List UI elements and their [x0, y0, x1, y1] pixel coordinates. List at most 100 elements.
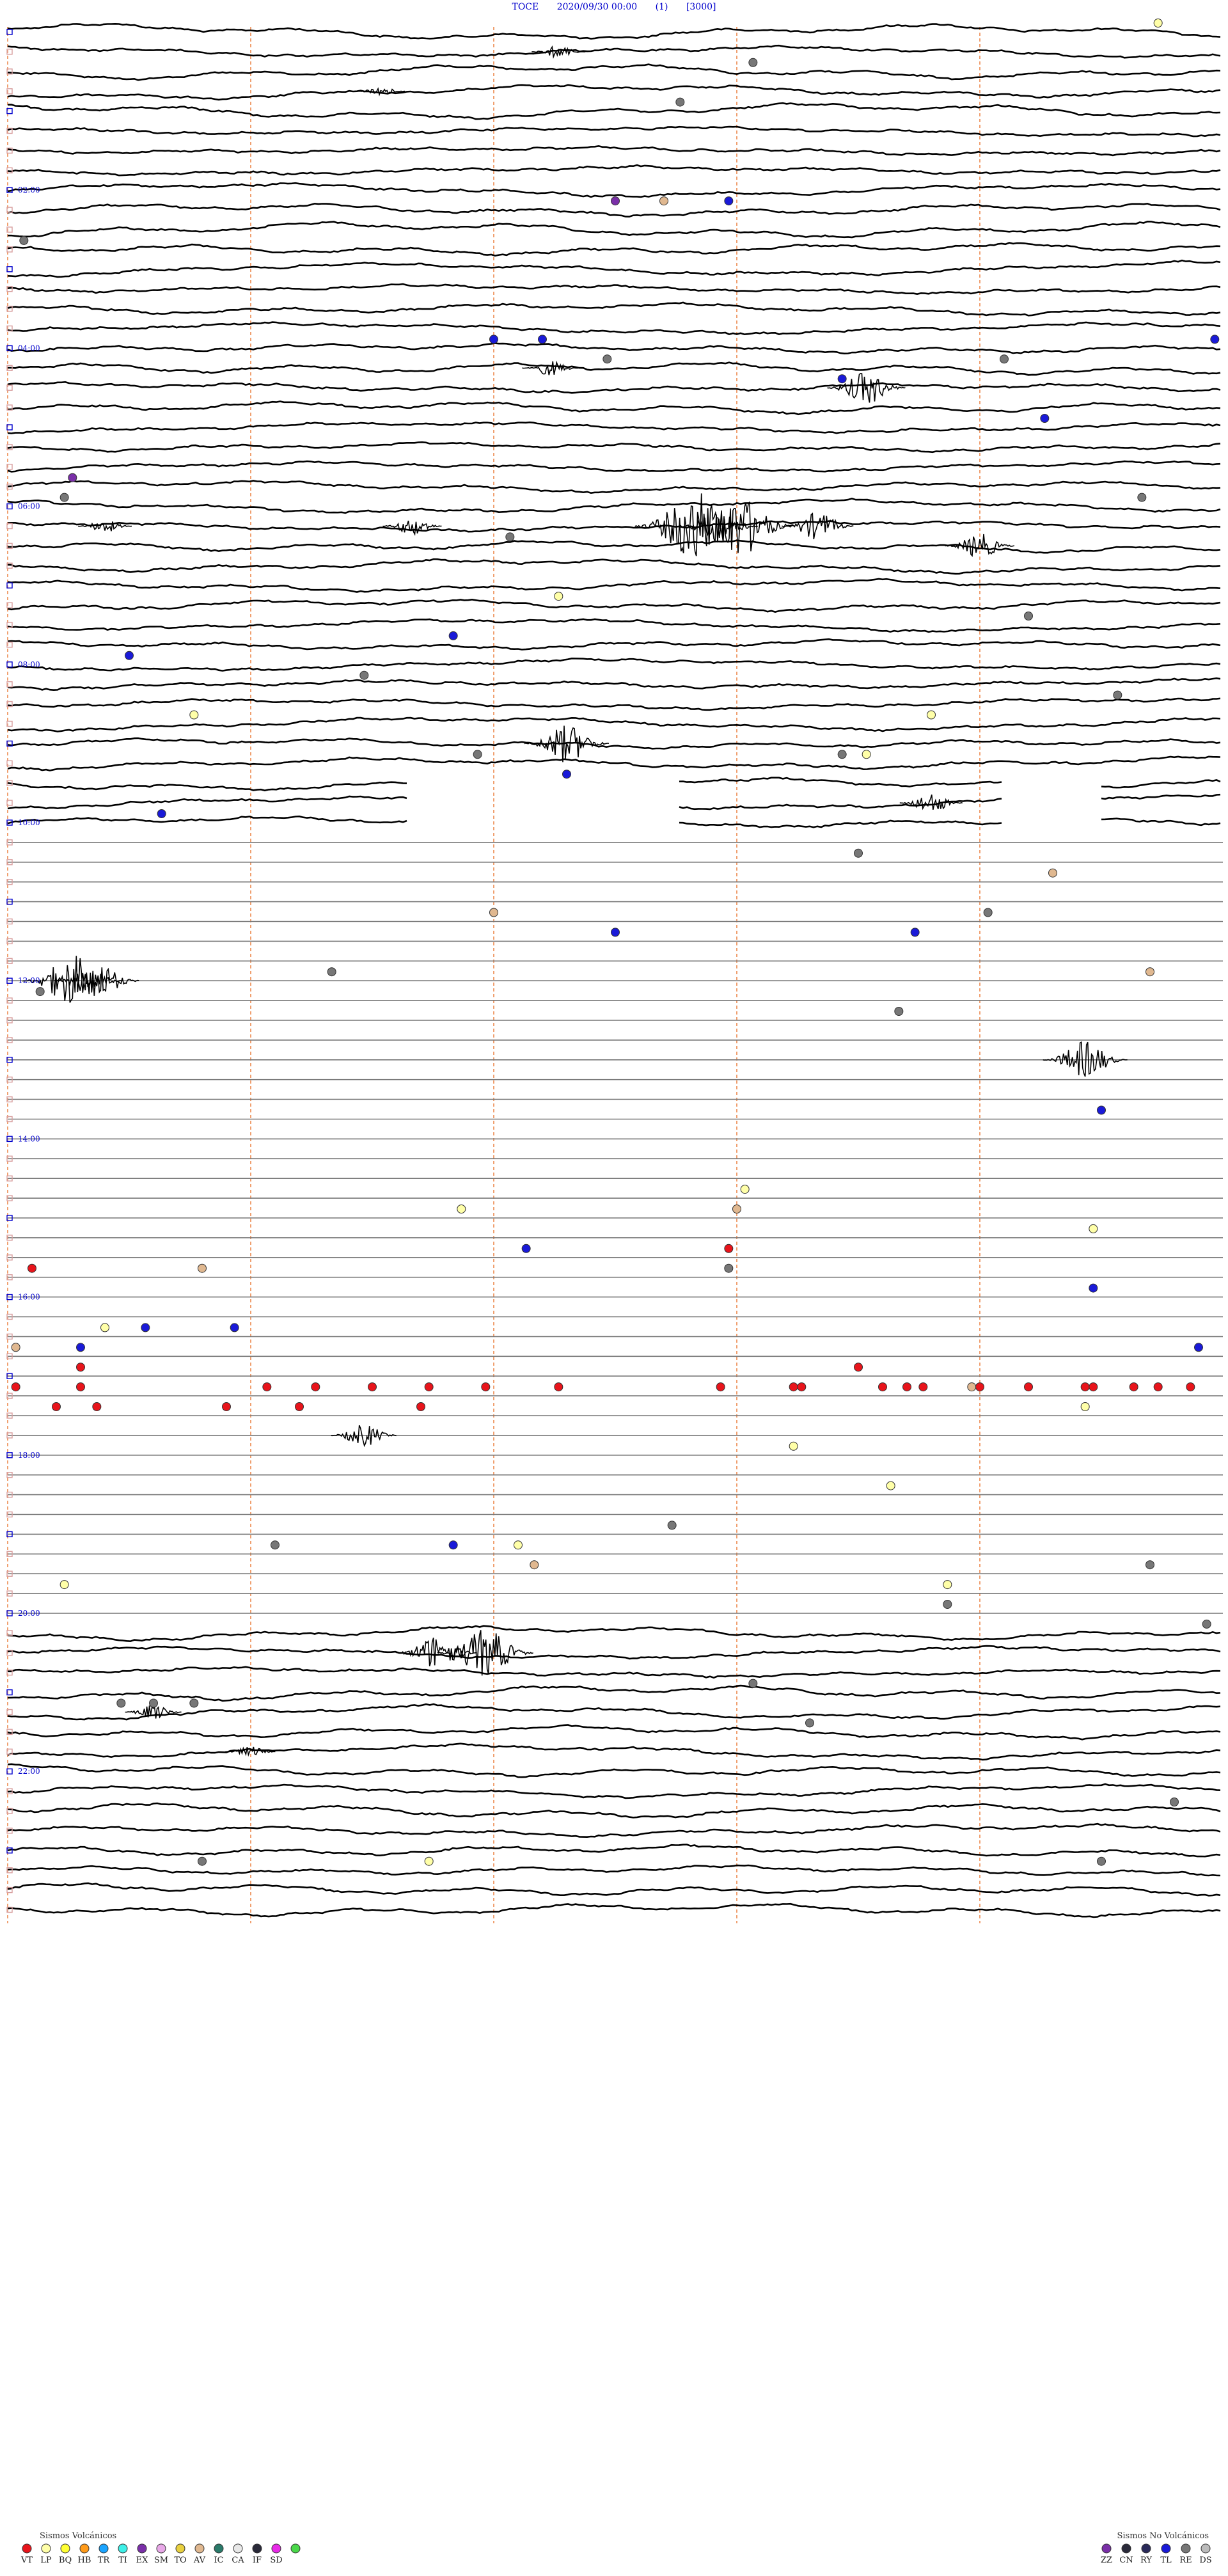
volcanic-legend-title: Sismos Volcánicos — [40, 2531, 116, 2541]
event-marker-re — [59, 493, 69, 502]
event-marker-tl — [141, 1323, 150, 1332]
event-marker-re — [1170, 1798, 1179, 1806]
trace-row — [7, 480, 1221, 494]
hour-labels: 02:00 04:00 06:00 08:00 10:00 12:00 14:00 16:00… — [18, 186, 40, 1776]
event-marker-lp — [100, 1323, 109, 1332]
legend-code: RY — [1140, 2556, 1152, 2565]
legend-swatch — [214, 2543, 224, 2554]
event-marker-re — [667, 1521, 677, 1530]
trace-row — [7, 102, 1221, 120]
event-marker-vt — [262, 1382, 272, 1392]
burst — [781, 512, 854, 540]
event-marker-re — [1097, 1856, 1106, 1866]
event-marker-av — [732, 1205, 741, 1213]
event-marker-re — [748, 1679, 758, 1688]
hour-label: 16:00 — [18, 1293, 40, 1302]
hour-label: 06:00 — [18, 502, 40, 511]
trace-row — [7, 301, 1221, 317]
trace-row — [7, 400, 1221, 416]
trace-row — [7, 1724, 1221, 1741]
legend-swatch — [175, 2543, 185, 2554]
trace-row — [7, 441, 1221, 454]
event-marker-av — [659, 196, 668, 206]
event-marker-vt — [1129, 1382, 1138, 1392]
legend-code: LP — [40, 2556, 52, 2565]
event-marker-re — [189, 1698, 199, 1708]
event-marker-vt — [1089, 1382, 1098, 1392]
event-marker-lp — [789, 1441, 798, 1451]
trace-row — [7, 677, 1221, 691]
event-marker-ex — [611, 196, 620, 206]
legend-swatch — [79, 2543, 90, 2554]
event-marker-av — [530, 1560, 539, 1570]
event-marker-re — [149, 1698, 158, 1708]
event-marker-re — [35, 987, 45, 997]
trace-row — [7, 202, 1221, 218]
trace-row — [7, 498, 1221, 514]
trace-row — [7, 361, 1221, 376]
event-marker-vt — [481, 1382, 491, 1392]
event-marker-vt — [424, 1382, 434, 1392]
event-marker-vt — [554, 1382, 563, 1392]
event-marker-vt — [724, 1244, 734, 1253]
event-marker-tl — [1097, 1105, 1106, 1115]
legend-swatch — [137, 2543, 147, 2554]
helicorder-plot: 02:00 04:00 06:00 08:00 10:00 12:00 14:00 16:00… — [6, 19, 1223, 2565]
legend-swatch — [1200, 2543, 1211, 2554]
trace-row — [7, 638, 1221, 651]
event-marker-av — [11, 1343, 20, 1352]
event-marker-lp — [886, 1481, 895, 1490]
event-marker-vt — [1024, 1382, 1033, 1392]
legend-code: HB — [78, 2556, 91, 2565]
hour-label: 10:00 — [18, 818, 40, 827]
event-marker-tl — [448, 631, 458, 640]
hour-label: 04:00 — [18, 344, 40, 352]
legend-swatch — [1101, 2543, 1112, 2554]
event-marker-re — [1145, 1560, 1154, 1570]
event-marker-re — [837, 750, 847, 759]
event-marker-tl — [611, 928, 620, 937]
event-marker-re — [473, 750, 482, 759]
event-marker-tl — [1210, 335, 1220, 344]
legend-code: TL — [1160, 2556, 1172, 2565]
trace-row — [7, 1684, 1221, 1702]
trace-row — [7, 1822, 1221, 1838]
event-marker-re — [19, 235, 29, 245]
event-marker-vt — [11, 1382, 20, 1392]
event-marker-av — [967, 1382, 977, 1392]
trace-row — [7, 145, 1221, 157]
legend-code: AV — [193, 2556, 206, 2565]
event-marker-re — [983, 908, 993, 917]
event-marker-re — [724, 1263, 734, 1273]
trace-row — [7, 242, 1221, 257]
event-marker-vt — [368, 1382, 377, 1392]
event-marker-re — [1000, 354, 1009, 364]
event-marker-re — [894, 1007, 904, 1016]
legend-code: BQ — [59, 2556, 72, 2565]
event-marker-vt — [1153, 1382, 1163, 1392]
legend: Sismos Volcánicos VT LP BQ HB TR TI EX SM TO AV IC C… — [20, 2531, 1212, 2565]
event-marker-lp — [1080, 1402, 1090, 1411]
event-marker-re — [327, 967, 336, 977]
hour-label: 14:00 — [18, 1134, 40, 1143]
trace-row — [7, 539, 1221, 554]
trace-row — [7, 1864, 1221, 1877]
legend-swatch — [233, 2543, 243, 2554]
event-marker-lp — [927, 710, 936, 720]
event-marker-ex — [68, 473, 77, 482]
trace-row — [7, 381, 1221, 394]
trace-row — [7, 520, 1221, 533]
event-marker-re — [359, 670, 369, 680]
event-marker-lp — [457, 1205, 466, 1213]
event-marker-vt — [295, 1402, 304, 1411]
event-marker-vt — [789, 1382, 798, 1392]
event-marker-tl — [76, 1343, 85, 1352]
trace-row — [7, 182, 1221, 198]
event-marker-vt — [222, 1402, 231, 1411]
event-marker-re — [198, 1856, 207, 1866]
legend-swatch — [1161, 2543, 1171, 2554]
trace-row — [8, 220, 1221, 239]
burst — [531, 45, 586, 59]
legend-swatch — [252, 2543, 262, 2554]
event-marker-lp — [943, 1580, 952, 1590]
